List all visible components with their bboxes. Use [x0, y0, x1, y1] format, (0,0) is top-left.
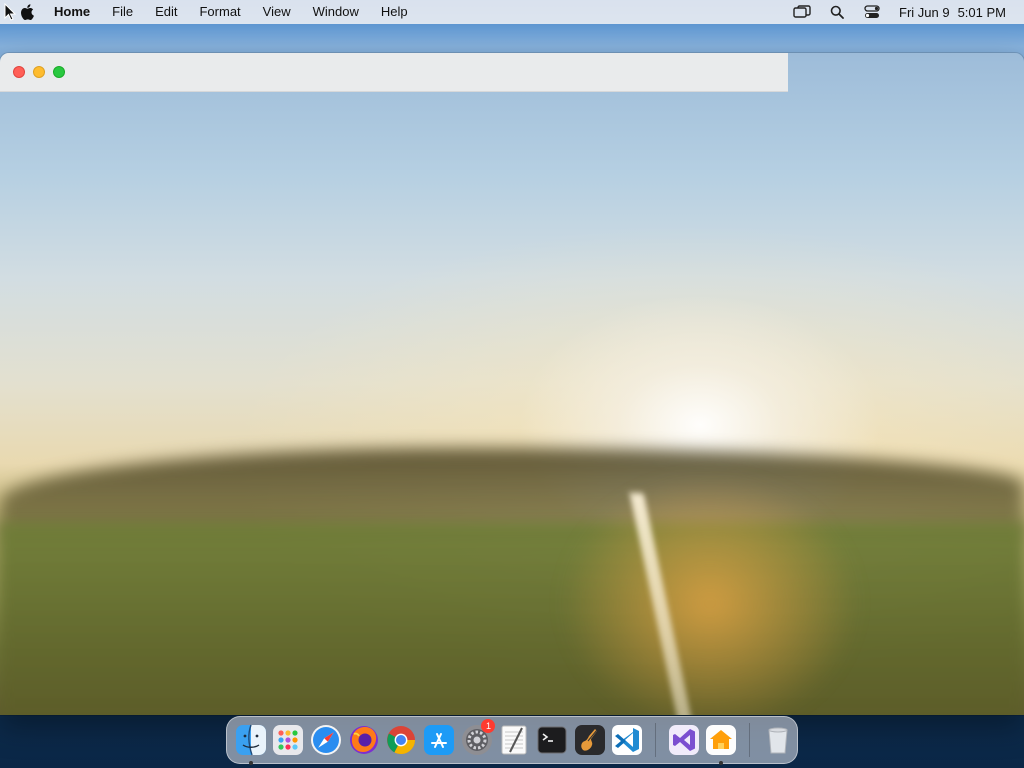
- clock-date: Fri Jun 9: [899, 4, 950, 20]
- terminal-icon: [537, 726, 567, 754]
- minimize-window-button[interactable]: [33, 66, 45, 78]
- dock-textedit[interactable]: [497, 723, 531, 757]
- menu-help[interactable]: Help: [370, 0, 419, 24]
- spotlight-search-icon[interactable]: [826, 0, 848, 24]
- menu-bar: Home File Edit Format View Window Help F…: [0, 0, 1024, 24]
- dock-visual-studio[interactable]: [667, 723, 701, 757]
- dock: 1: [226, 716, 798, 765]
- menu-edit[interactable]: Edit: [144, 0, 188, 24]
- home-app-window[interactable]: [0, 53, 1024, 715]
- trash-icon: [768, 727, 788, 754]
- dock-separator-trash: [749, 723, 751, 757]
- dock-launchpad[interactable]: [272, 723, 306, 757]
- chrome-icon: [387, 726, 416, 755]
- wallpaper-sun-glow: [560, 473, 860, 715]
- dock-firefox[interactable]: [347, 723, 381, 757]
- menu-bar-left: Home File Edit Format View Window Help: [0, 0, 419, 24]
- launchpad-icon: [273, 725, 304, 755]
- menu-app-name[interactable]: Home: [50, 0, 101, 24]
- system-settings-badge: 1: [481, 719, 496, 733]
- clock-time: 5:01 PM: [957, 4, 1006, 20]
- mouse-cursor-icon: [4, 3, 16, 21]
- app-store-icon: [424, 725, 455, 755]
- dock-garageband[interactable]: [573, 723, 607, 757]
- dock-finder[interactable]: [234, 723, 268, 765]
- dock-trash[interactable]: [761, 723, 795, 757]
- screen-mirroring-icon[interactable]: [791, 0, 813, 24]
- finder-icon: [235, 724, 266, 756]
- firefox-icon: [349, 726, 378, 754]
- vscode-icon: [612, 725, 643, 755]
- apple-menu-icon[interactable]: [19, 0, 35, 24]
- menu-bar-right: Fri Jun 9 5:01 PM: [778, 0, 1024, 24]
- safari-icon: [311, 725, 342, 755]
- dock-separator: [655, 723, 657, 757]
- textedit-icon: [501, 725, 527, 755]
- close-window-button[interactable]: [13, 66, 25, 78]
- dock-chrome[interactable]: [385, 723, 419, 757]
- menu-bar-clock[interactable]: Fri Jun 9 5:01 PM: [899, 5, 1006, 20]
- dock-home[interactable]: [705, 723, 739, 765]
- dock-system-settings[interactable]: 1: [460, 719, 496, 757]
- dock-safari[interactable]: [309, 723, 343, 757]
- menu-file[interactable]: File: [101, 0, 144, 24]
- home-running-indicator: [719, 761, 724, 765]
- menu-view[interactable]: View: [252, 0, 302, 24]
- zoom-window-button[interactable]: [53, 66, 65, 78]
- visual-studio-icon: [668, 725, 699, 755]
- wallpaper-field: [0, 523, 1024, 715]
- menu-format[interactable]: Format: [188, 0, 251, 24]
- dock-vscode[interactable]: [610, 723, 644, 757]
- finder-running-indicator: [248, 761, 253, 765]
- dock-app-store[interactable]: [422, 723, 456, 757]
- dock-terminal[interactable]: [535, 723, 569, 757]
- home-app-icon: [706, 725, 737, 755]
- garageband-icon: [574, 725, 605, 755]
- window-title-bar[interactable]: [0, 53, 788, 92]
- menu-window[interactable]: Window: [302, 0, 370, 24]
- control-center-icon[interactable]: [861, 0, 883, 24]
